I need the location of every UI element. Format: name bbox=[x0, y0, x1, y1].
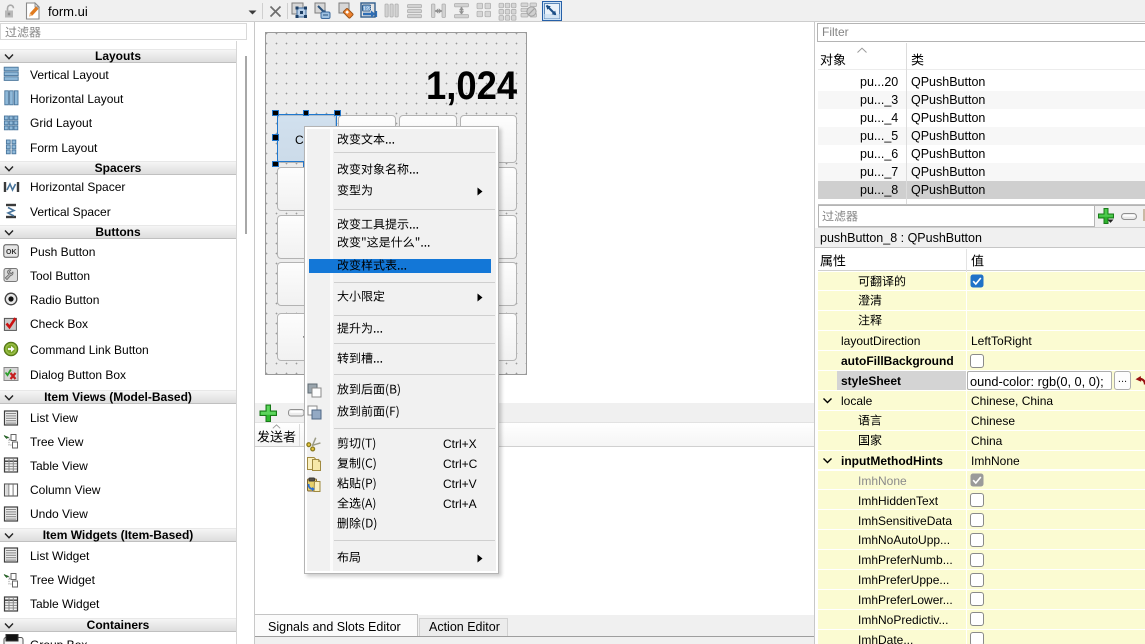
svg-text:OK: OK bbox=[6, 249, 17, 256]
svg-text:123: 123 bbox=[363, 7, 372, 13]
